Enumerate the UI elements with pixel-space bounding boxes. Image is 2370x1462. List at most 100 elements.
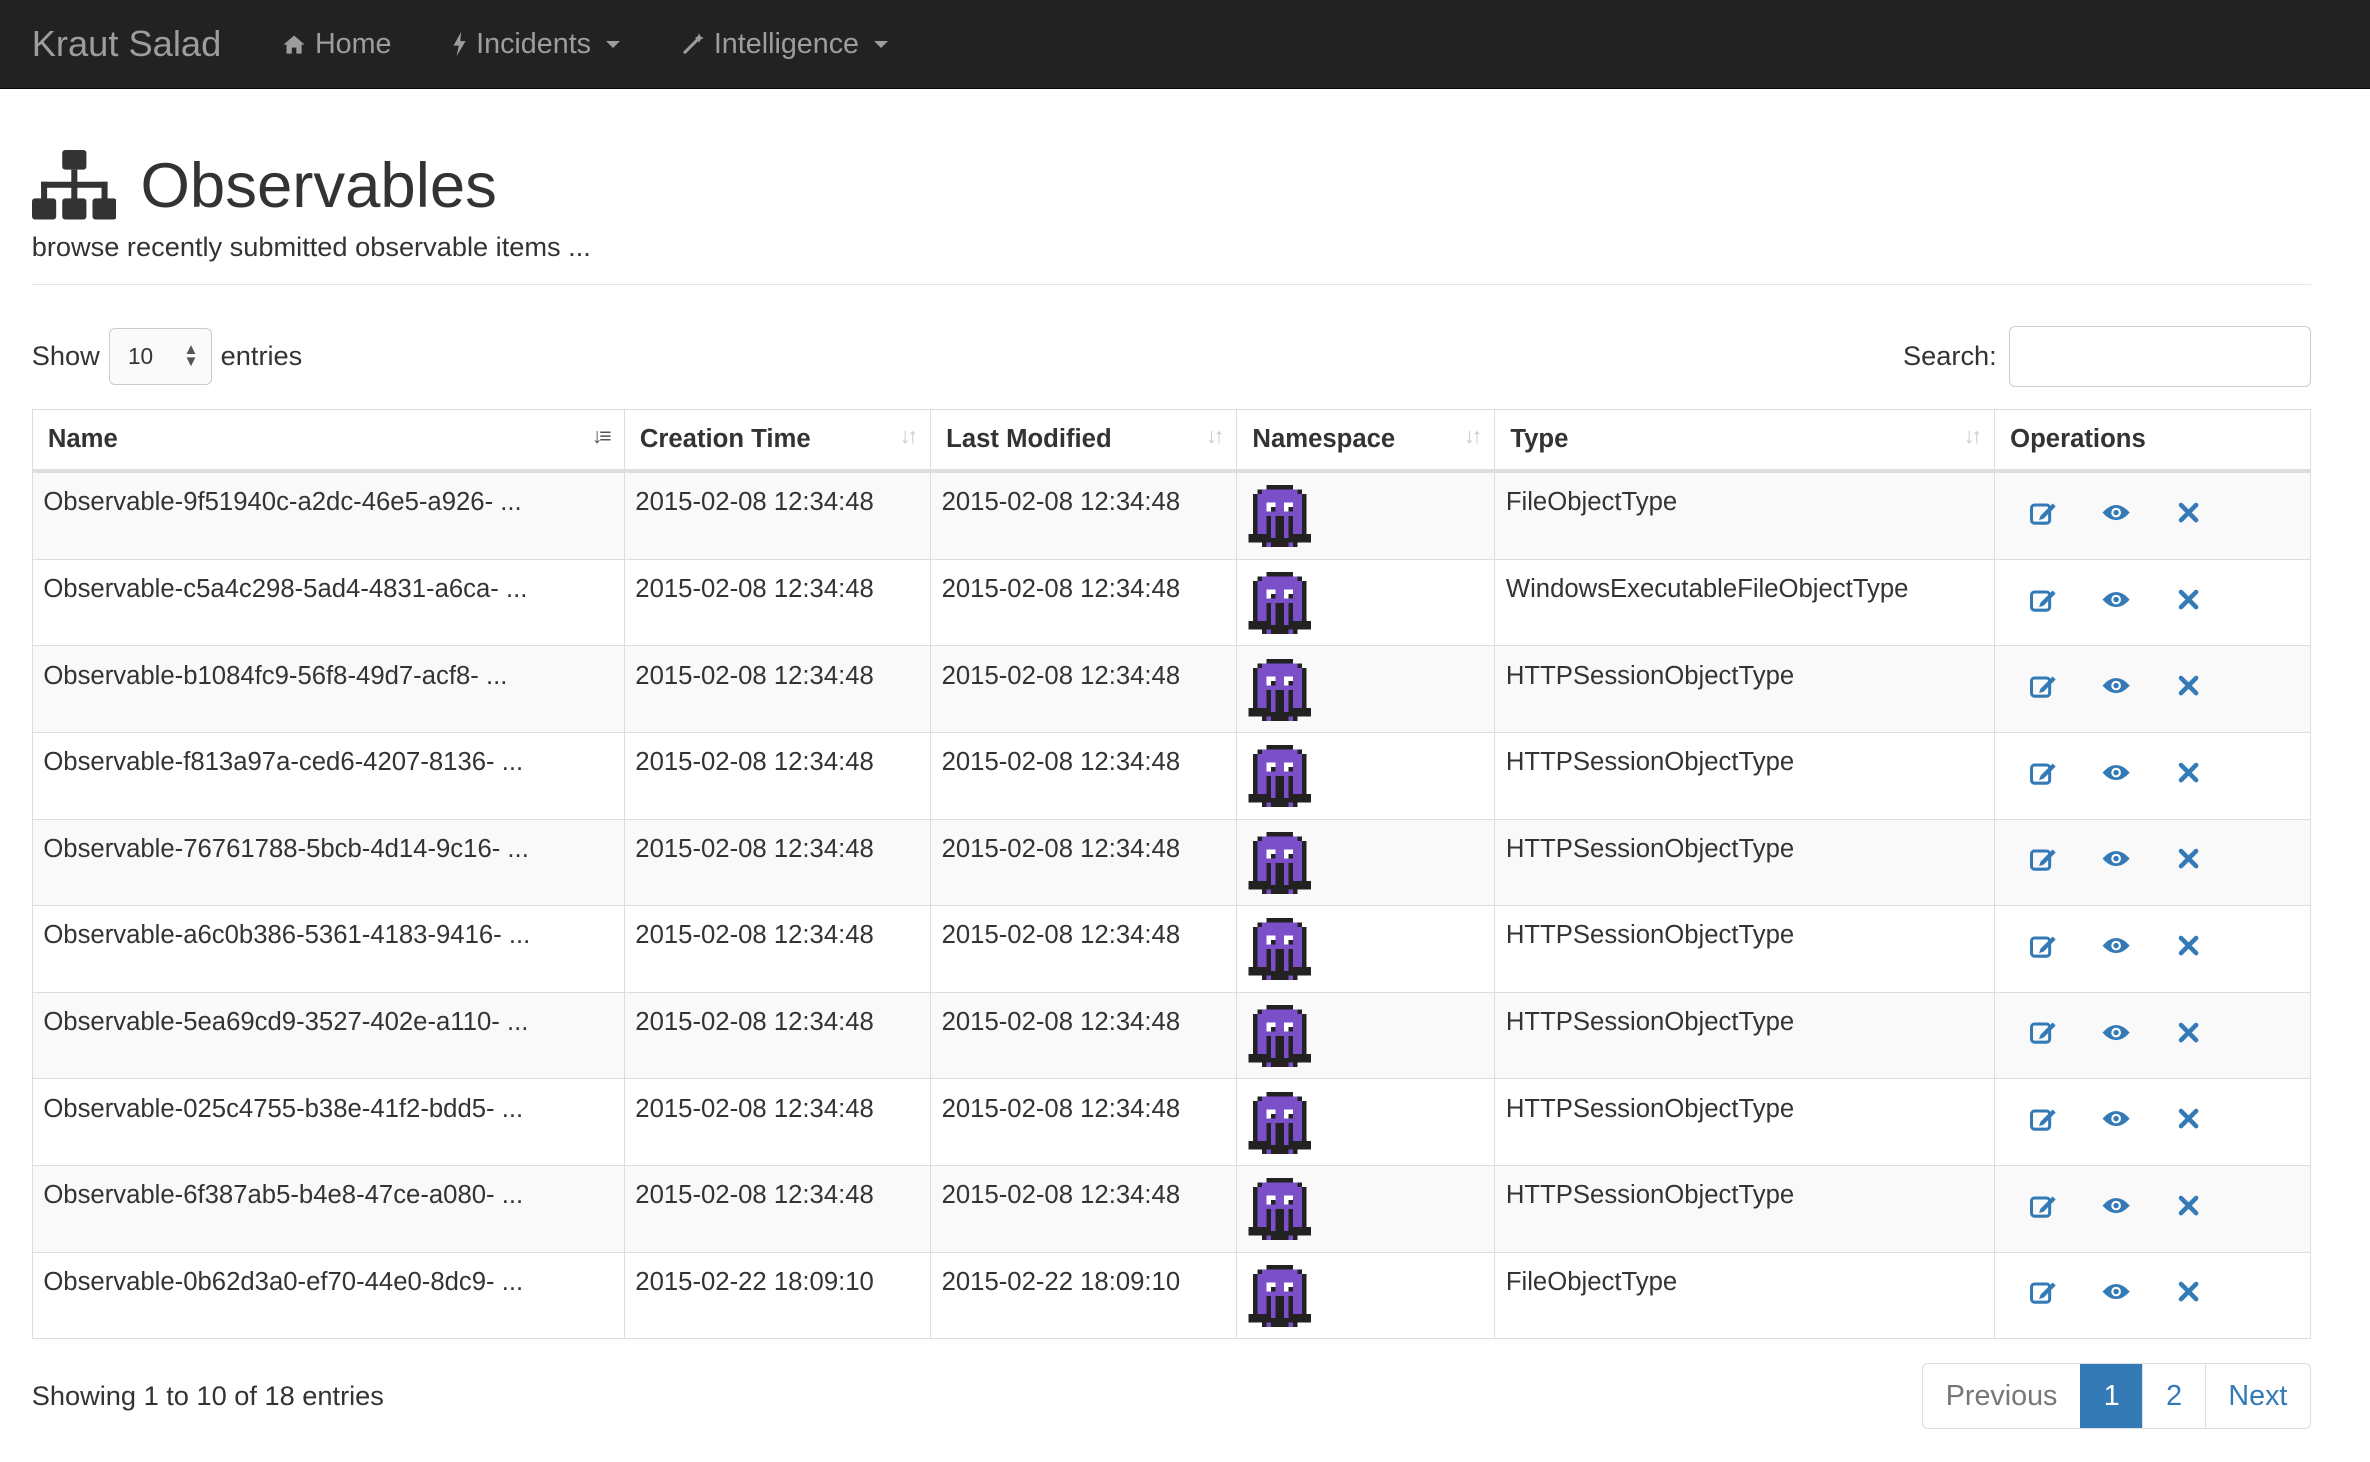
delete-button[interactable] [2173, 1190, 2203, 1220]
cell-namespace [1236, 1164, 1496, 1253]
view-button[interactable] [2101, 1277, 2131, 1307]
edit-icon [2029, 503, 2056, 525]
cell-type: HTTPSessionObjectType [1494, 818, 1996, 907]
cell-name[interactable]: Observable-025c4755-b38e-41f2-bdd5- ... [31, 1078, 625, 1167]
home-icon [283, 35, 305, 54]
edit-icon [2029, 1282, 2056, 1304]
delete-icon [2178, 935, 2199, 956]
cell-namespace [1236, 905, 1496, 993]
table-row[interactable]: Observable-025c4755-b38e-41f2-bdd5- ... … [31, 1078, 2312, 1167]
table-row[interactable]: Observable-6f387ab5-b4e8-47ce-a080- ... … [31, 1164, 2312, 1253]
column-header-type[interactable]: Type ↓↑ [1494, 409, 1996, 474]
view-icon [2102, 851, 2130, 867]
cell-name[interactable]: Observable-9f51940c-a2dc-46e5-a926- ... [31, 470, 625, 560]
top-navbar: Kraut Salad Home Incidents Intelligence [0, 0, 2370, 90]
column-header-namespace[interactable]: Namespace ↓↑ [1236, 409, 1496, 474]
view-button[interactable] [2101, 1104, 2131, 1134]
nav-intelligence-dropdown[interactable]: Intelligence [681, 28, 889, 61]
nav-incidents-dropdown[interactable]: Incidents [452, 28, 621, 61]
column-header-creation-time[interactable]: Creation Time ↓↑ [623, 409, 932, 474]
row-operations [2006, 575, 2300, 614]
view-button[interactable] [2101, 1017, 2131, 1047]
cell-name[interactable]: Observable-c5a4c298-5ad4-4831-a6ca- ... [31, 558, 625, 647]
cell-name[interactable]: Observable-b1084fc9-56f8-49d7-acf8- ... [31, 645, 625, 734]
row-operations [2006, 748, 2300, 787]
delete-button[interactable] [2173, 930, 2203, 960]
view-button[interactable] [2101, 584, 2131, 614]
edit-icon [2029, 1109, 2056, 1131]
table-row[interactable]: Observable-76761788-5bcb-4d14-9c16- ... … [31, 818, 2312, 907]
row-operations [2006, 921, 2300, 960]
edit-button[interactable] [2028, 1017, 2058, 1047]
edit-button[interactable] [2028, 1190, 2058, 1220]
view-button[interactable] [2101, 757, 2131, 787]
entries-per-page-select[interactable]: 10 ▲ ▼ [108, 327, 212, 386]
divider [31, 284, 2312, 286]
delete-button[interactable] [2173, 1277, 2203, 1307]
nav-home[interactable]: Home [282, 28, 392, 61]
edit-button[interactable] [2028, 1104, 2058, 1134]
delete-button[interactable] [2173, 1017, 2203, 1047]
view-icon [2102, 1284, 2130, 1300]
edit-button[interactable] [2028, 844, 2058, 874]
delete-button[interactable] [2173, 1104, 2203, 1134]
view-button[interactable] [2101, 671, 2131, 701]
edit-icon [2029, 849, 2056, 871]
nav-intelligence-label: Intelligence [713, 27, 860, 60]
table-row[interactable]: Observable-9f51940c-a2dc-46e5-a926- ... … [31, 470, 2312, 560]
table-row[interactable]: Observable-b1084fc9-56f8-49d7-acf8- ... … [31, 645, 2312, 734]
cell-namespace [1236, 991, 1496, 1080]
edit-button[interactable] [2028, 757, 2058, 787]
edit-button[interactable] [2028, 584, 2058, 614]
delete-button[interactable] [2173, 497, 2203, 527]
view-button[interactable] [2101, 930, 2131, 960]
edit-button[interactable] [2028, 1277, 2058, 1307]
table-controls: Show 10 ▲ ▼ entries Search: [32, 325, 2312, 388]
table-row[interactable]: Observable-a6c0b386-5361-4183-9416- ... … [31, 905, 2312, 993]
cell-operations [1994, 991, 2312, 1080]
table-footer: Showing 1 to 10 of 18 entries Previous 1… [32, 1363, 2312, 1429]
table-row[interactable]: Observable-f813a97a-ced6-4207-8136- ... … [31, 732, 2312, 820]
cell-type: HTTPSessionObjectType [1494, 905, 1996, 993]
pagination-page-1[interactable]: 1 [2080, 1364, 2143, 1428]
pagination-page-2[interactable]: 2 [2142, 1364, 2204, 1428]
delete-button[interactable] [2173, 671, 2203, 701]
view-icon [2102, 937, 2130, 954]
cell-name[interactable]: Observable-5ea69cd9-3527-402e-a110- ... [31, 991, 625, 1080]
pagination-previous[interactable]: Previous [1923, 1364, 2080, 1427]
table-row[interactable]: Observable-0b62d3a0-ef70-44e0-8dc9- ... … [31, 1251, 2312, 1340]
cell-creation-time: 2015-02-08 12:34:48 [623, 991, 932, 1080]
row-operations [2006, 1095, 2300, 1134]
view-button[interactable] [2101, 1190, 2131, 1220]
delete-button[interactable] [2173, 844, 2203, 874]
cell-type: WindowsExecutableFileObjectType [1494, 558, 1996, 647]
delete-button[interactable] [2173, 584, 2203, 614]
brand-link[interactable]: Kraut Salad [32, 23, 222, 65]
table-row[interactable]: Observable-c5a4c298-5ad4-4831-a6ca- ... … [31, 558, 2312, 647]
view-button[interactable] [2101, 497, 2131, 527]
edit-button[interactable] [2028, 671, 2058, 701]
cell-name[interactable]: Observable-f813a97a-ced6-4207-8136- ... [31, 732, 625, 820]
search-input[interactable] [2008, 326, 2312, 387]
view-button[interactable] [2101, 844, 2131, 874]
edit-button[interactable] [2028, 497, 2058, 527]
sitemap-icon [31, 149, 117, 220]
cell-creation-time: 2015-02-08 12:34:48 [623, 558, 932, 647]
cell-name[interactable]: Observable-a6c0b386-5361-4183-9416- ... [31, 905, 625, 993]
page-subtitle: browse recently submitted observable ite… [31, 231, 591, 263]
table-row[interactable]: Observable-5ea69cd9-3527-402e-a110- ... … [31, 991, 2312, 1080]
column-header-last-modified[interactable]: Last Modified ↓↑ [930, 409, 1238, 474]
octopus-avatar-icon [1248, 918, 1311, 981]
column-header-name[interactable]: Name ↓≡ [31, 409, 625, 474]
edit-button[interactable] [2028, 930, 2058, 960]
octopus-avatar-icon [1248, 745, 1311, 808]
sort-icon: ↓↑ [1206, 425, 1224, 449]
delete-button[interactable] [2173, 757, 2203, 787]
view-icon [2102, 678, 2130, 694]
cell-name[interactable]: Observable-76761788-5bcb-4d14-9c16- ... [31, 818, 625, 907]
cell-operations [1994, 1078, 2312, 1167]
cell-name[interactable]: Observable-0b62d3a0-ef70-44e0-8dc9- ... [31, 1251, 625, 1340]
cell-name[interactable]: Observable-6f387ab5-b4e8-47ce-a080- ... [31, 1164, 625, 1253]
cell-namespace [1236, 1251, 1496, 1340]
pagination-next[interactable]: Next [2204, 1364, 2310, 1428]
